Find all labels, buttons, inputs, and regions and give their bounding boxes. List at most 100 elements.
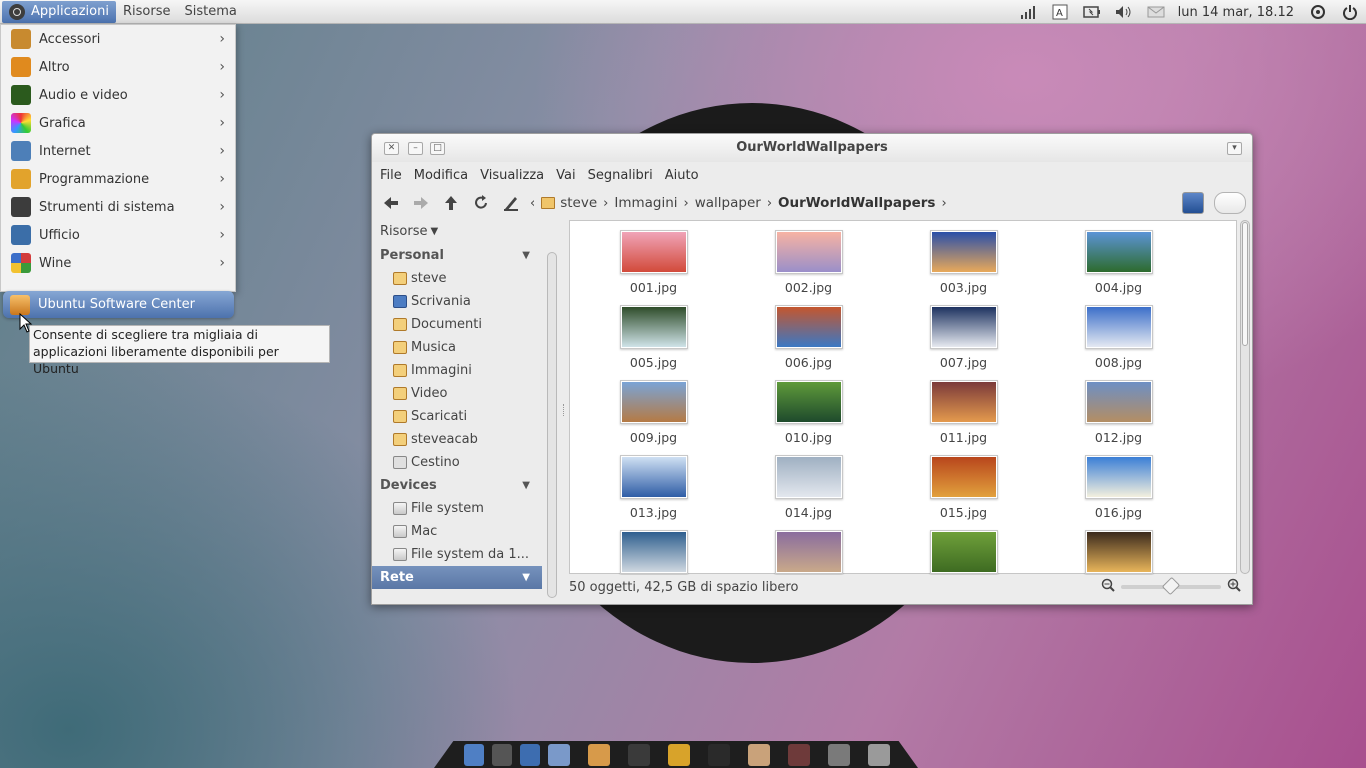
sidebar-item-file-system[interactable]: File system [372,497,542,520]
sidebar-selector[interactable]: Risorse ▼ [372,218,542,244]
menu-item-accessori[interactable]: Accessori › [1,25,235,53]
sidebar-item-musica[interactable]: Musica [372,336,542,359]
section-personal[interactable]: Personal ▼ [372,244,542,267]
file-item[interactable] [731,530,886,575]
file-view-scrollbar[interactable] [1240,220,1250,574]
image-thumbnail[interactable] [774,380,843,424]
section-devices[interactable]: Devices ▼ [372,474,542,497]
image-thumbnail[interactable] [1084,380,1153,424]
up-button[interactable] [440,192,462,214]
dock-app-icon[interactable] [464,743,484,766]
file-item[interactable]: 005.jpg [576,305,731,380]
dock-app-icon[interactable] [520,743,540,766]
file-item[interactable]: 010.jpg [731,380,886,455]
user-status-icon[interactable] [1307,3,1329,21]
file-item[interactable]: 012.jpg [1041,380,1196,455]
menu-item-programmazione[interactable]: Programmazione › [1,165,235,193]
breadcrumb-current[interactable]: OurWorldWallpapers [774,195,939,211]
file-item[interactable]: 016.jpg [1041,455,1196,530]
file-item[interactable] [1041,530,1196,575]
image-thumbnail[interactable] [929,305,998,349]
scrollbar-thumb[interactable] [1242,222,1248,346]
pane-resize-handle[interactable] [563,404,565,416]
dock-app-icon[interactable] [668,743,690,766]
breadcrumb-steve[interactable]: steve [537,195,601,211]
sidebar-item-cestino[interactable]: Cestino [372,451,542,474]
image-thumbnail[interactable] [1084,305,1153,349]
file-item[interactable]: 015.jpg [886,455,1041,530]
sidebar-item-scaricati[interactable]: Scaricati [372,405,542,428]
menu-modifica[interactable]: Modifica [408,168,474,183]
sidebar-item-scrivania[interactable]: Scrivania [372,290,542,313]
menu-visualizza[interactable]: Visualizza [474,168,550,183]
menu-item-ufficio[interactable]: Ufficio › [1,221,235,249]
places-menu[interactable]: Risorse [116,1,178,23]
toggle-view-button[interactable] [1214,192,1246,214]
sidebar-item-video[interactable]: Video [372,382,542,405]
section-rete[interactable]: Rete ▼ [372,566,542,589]
window-menu-chevron-icon[interactable]: ▾ [1227,142,1242,155]
dock-app-icon[interactable] [548,743,570,766]
menu-aiuto[interactable]: Aiuto [659,168,705,183]
file-item[interactable]: 004.jpg [1041,230,1196,305]
image-thumbnail[interactable] [929,380,998,424]
file-item[interactable]: 007.jpg [886,305,1041,380]
image-thumbnail[interactable] [929,455,998,499]
menu-item-ubuntu-software-center[interactable]: Ubuntu Software Center [3,291,234,318]
chevron-right-icon[interactable]: › [939,196,948,211]
menu-item-internet[interactable]: Internet › [1,137,235,165]
title-bar[interactable]: ✕ – □ OurWorldWallpapers ▾ [372,134,1252,162]
breadcrumb-immagini[interactable]: Immagini [610,195,681,211]
dock-app-icon[interactable] [788,743,810,766]
file-item[interactable]: 003.jpg [886,230,1041,305]
back-button[interactable] [380,192,402,214]
menu-item-grafica[interactable]: Grafica › [1,109,235,137]
sidebar-item-documenti[interactable]: Documenti [372,313,542,336]
power-icon[interactable] [1339,3,1361,21]
icon-view-button[interactable] [1182,192,1204,214]
volume-icon[interactable] [1113,3,1135,21]
forward-button[interactable] [410,192,432,214]
dock-app-icon[interactable] [708,743,730,766]
file-item[interactable] [576,530,731,575]
image-thumbnail[interactable] [619,455,688,499]
breadcrumb-wallpaper[interactable]: wallpaper [691,195,765,211]
menu-item-wine[interactable]: Wine › [1,249,235,277]
system-menu[interactable]: Sistema [177,1,243,23]
menu-vai[interactable]: Vai [550,168,581,183]
file-item[interactable]: 011.jpg [886,380,1041,455]
dock-app-icon[interactable] [748,743,770,766]
image-thumbnail[interactable] [1084,530,1153,574]
menu-item-audio-video[interactable]: Audio e video › [1,81,235,109]
sidebar-item-steve[interactable]: steve [372,267,542,290]
battery-icon[interactable] [1081,3,1103,21]
image-thumbnail[interactable] [1084,230,1153,274]
dock-app-icon[interactable] [628,743,650,766]
menu-item-altro[interactable]: Altro › [1,53,235,81]
mail-icon[interactable] [1145,3,1167,21]
menu-item-strumenti[interactable]: Strumenti di sistema › [1,193,235,221]
zoom-out-icon[interactable] [1101,578,1115,596]
dock-app-icon[interactable] [828,743,850,766]
file-item[interactable]: 013.jpg [576,455,731,530]
image-thumbnail[interactable] [619,230,688,274]
sidebar-scrollbar[interactable] [547,252,557,598]
zoom-slider-knob[interactable] [1161,576,1181,596]
dock-app-icon[interactable] [492,743,512,766]
reload-button[interactable] [470,192,492,214]
image-thumbnail[interactable] [929,230,998,274]
file-item[interactable]: 002.jpg [731,230,886,305]
sidebar-item-immagini[interactable]: Immagini [372,359,542,382]
chevron-left-icon[interactable]: ‹ [528,196,537,211]
zoom-slider[interactable] [1121,576,1221,596]
image-thumbnail[interactable] [774,305,843,349]
image-thumbnail[interactable] [1084,455,1153,499]
image-thumbnail[interactable] [774,230,843,274]
image-thumbnail[interactable] [774,530,843,574]
sidebar-item-mac[interactable]: Mac [372,520,542,543]
sidebar-item-file-system-2[interactable]: File system da 1... [372,543,542,566]
file-item[interactable]: 006.jpg [731,305,886,380]
sidebar-item-steveacab[interactable]: steveacab [372,428,542,451]
keyboard-layout-icon[interactable]: A [1049,3,1071,21]
clock[interactable]: lun 14 mar, 18.12 [1178,5,1294,20]
